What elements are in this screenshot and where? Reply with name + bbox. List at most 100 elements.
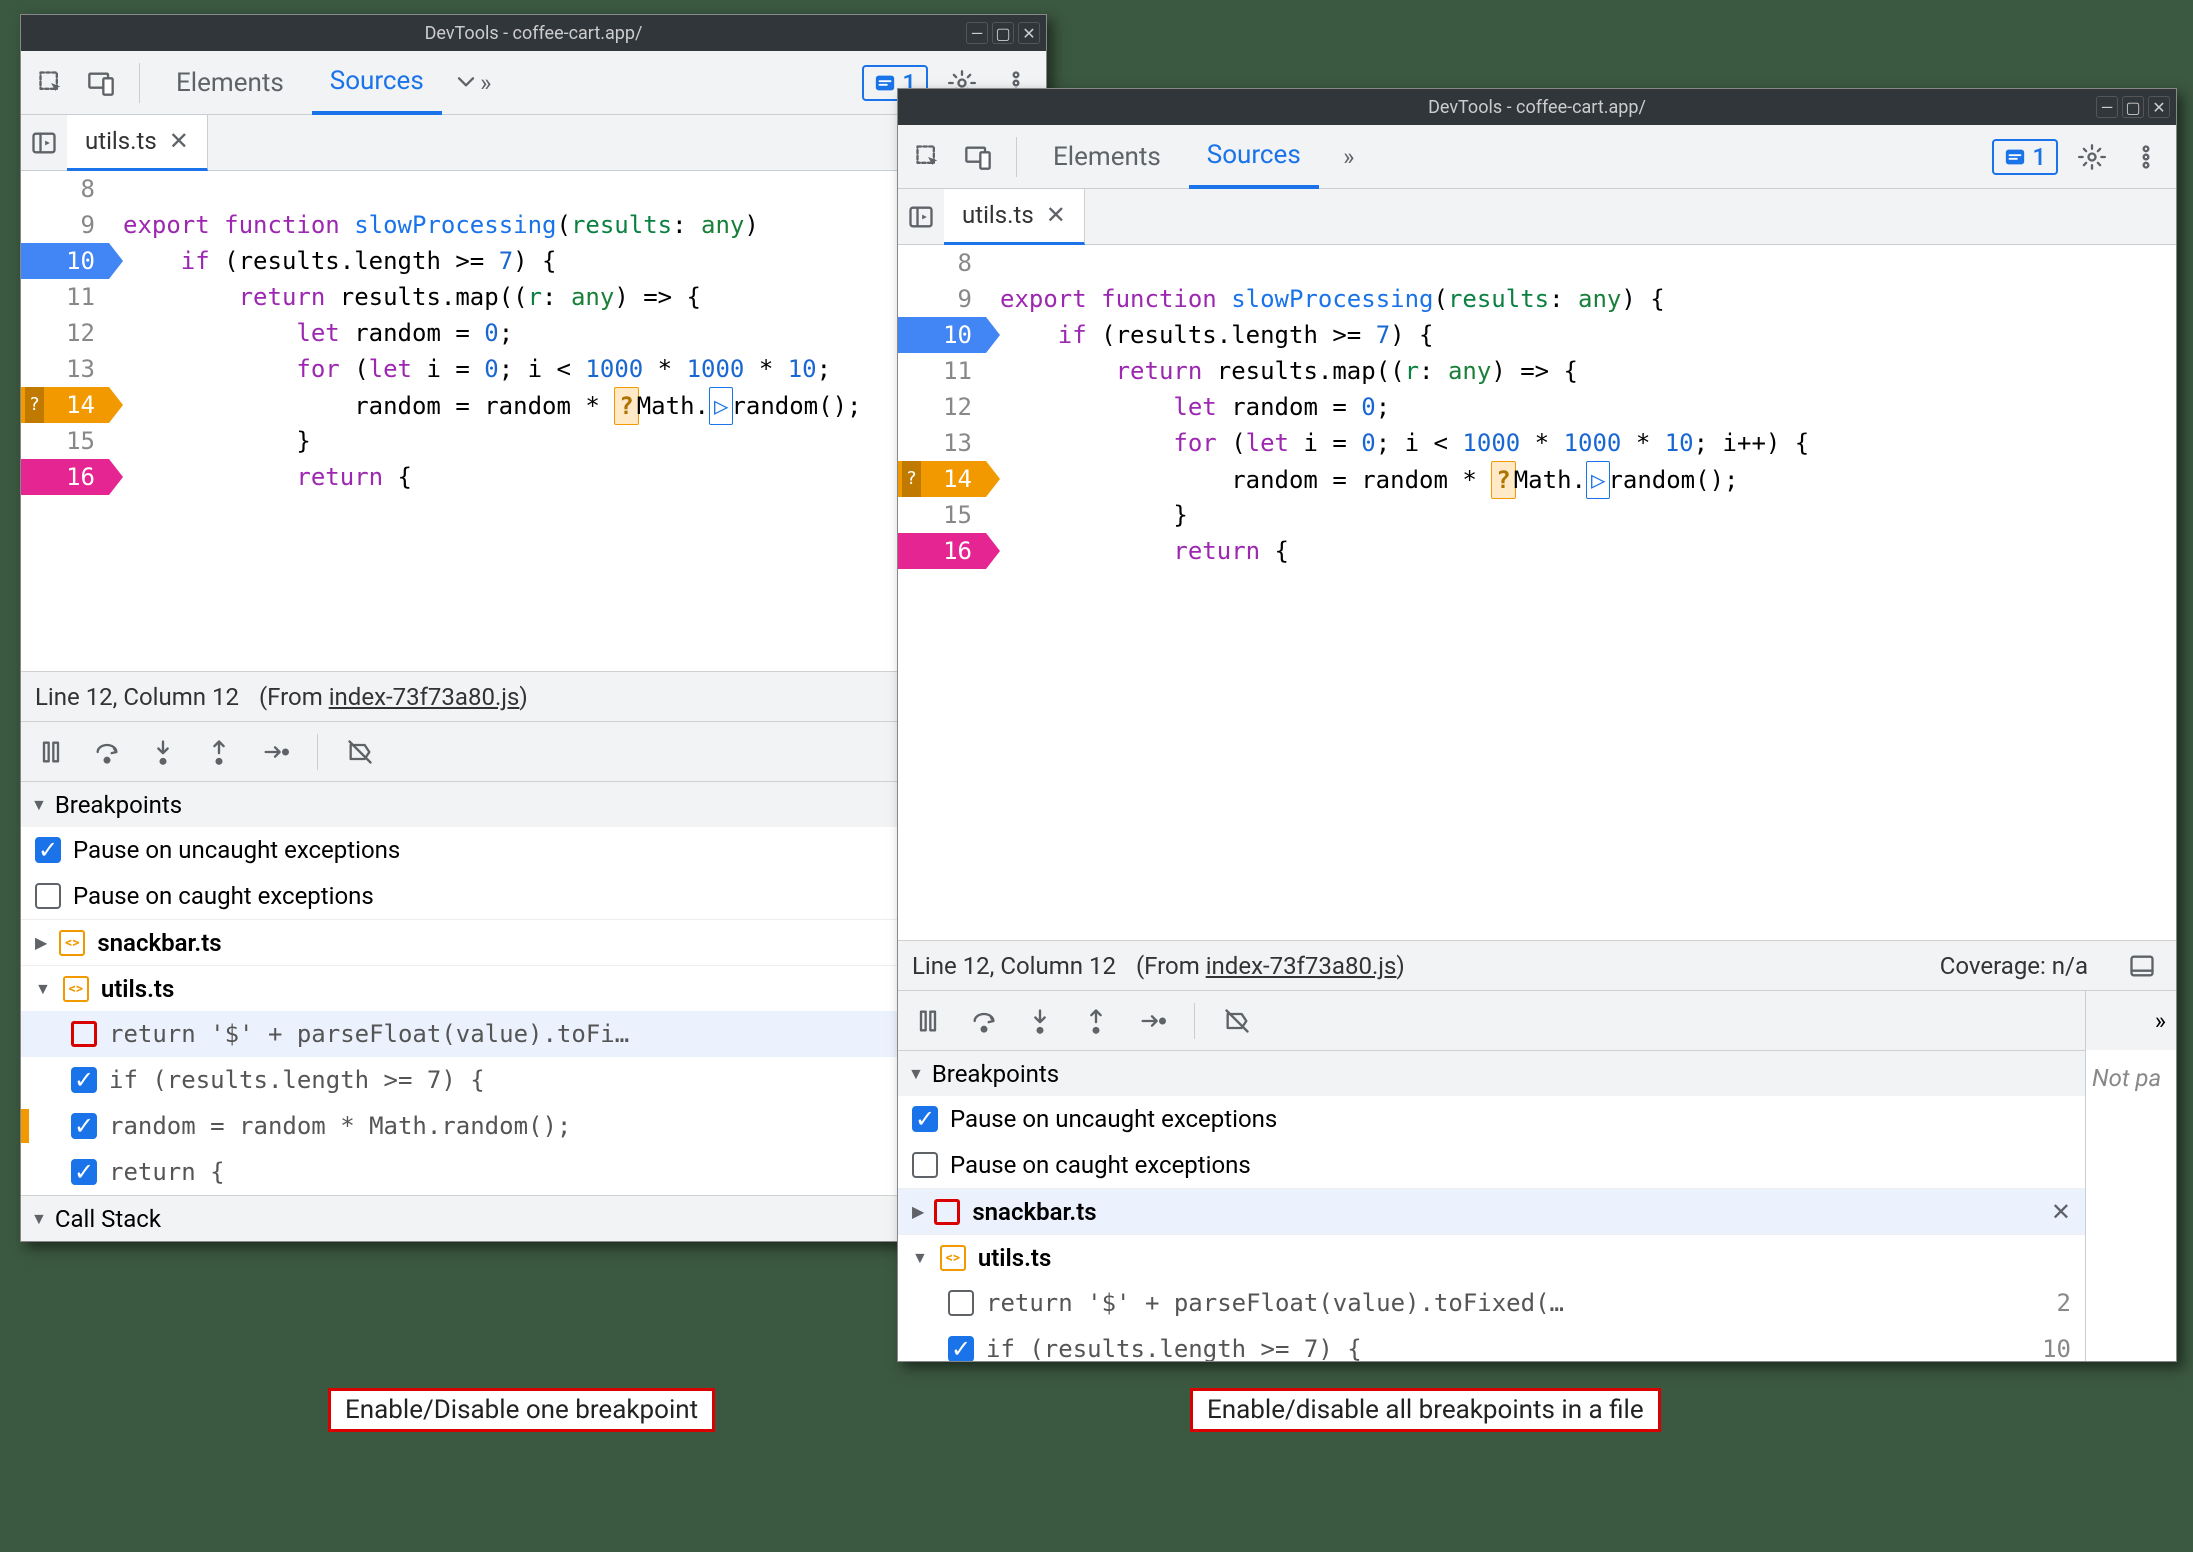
right-pane-header: » [2086,990,2176,1050]
navigator-toggle-icon[interactable] [21,129,67,157]
step-out-icon[interactable] [199,732,239,772]
minimize-button[interactable]: — [966,22,988,44]
inspect-icon[interactable] [31,63,71,103]
step-out-icon[interactable] [1076,1001,1116,1041]
breakpoints-header[interactable]: ▼ Breakpoints [21,781,1046,827]
breakpoint-code: if (results.length >= 7) { [109,1066,980,1094]
main-toolbar: Elements Sources » 1 [898,125,2176,189]
close-button[interactable]: ✕ [1018,22,1040,44]
step-icon[interactable] [255,732,295,772]
chevron-down-icon: ▼ [35,979,51,999]
more-tabs-icon[interactable]: » [1329,137,1369,177]
sourcemap-from[interactable]: (From index-73f73a80.js) [1136,952,1405,980]
chevron-down-icon: ▼ [912,1248,928,1268]
breakpoint-item[interactable]: return '$' + parseFloat(value).toFixed(…… [898,1280,2085,1326]
breakpoints-header[interactable]: ▼ Breakpoints [898,1050,2085,1096]
chevron-down-icon: ▼ [31,795,47,815]
callstack-header[interactable]: ▼ Call Stack [21,1195,1046,1241]
step-icon[interactable] [1132,1001,1172,1041]
pause-uncaught-row[interactable]: ✓ Pause on uncaught exceptions [898,1096,2085,1142]
maximize-button[interactable]: ▢ [992,22,1014,44]
device-toggle-icon[interactable] [81,63,121,103]
close-icon[interactable]: ✕ [1046,201,1066,229]
checkbox-icon[interactable] [35,883,61,909]
pause-caught-row[interactable]: Pause on caught exceptions [21,873,1046,919]
status-bar: Line 12, Column 12 (From index-73f73a80.… [898,940,2176,990]
window-controls: — ▢ ✕ [2096,96,2170,118]
devtools-window-b: DevTools - coffee-cart.app/ — ▢ ✕ Elemen… [897,88,2177,1362]
checkbox-icon[interactable]: ✓ [948,1336,974,1362]
pause-icon[interactable] [31,732,71,772]
maximize-button[interactable]: ▢ [2122,96,2144,118]
remove-icon[interactable]: ✕ [2051,1198,2071,1226]
tab-sources[interactable]: Sources [1189,125,1319,189]
main-toolbar: Elements Sources » 1 [21,51,1046,115]
close-icon[interactable]: ✕ [169,127,189,155]
chevron-right-icon: ▶ [35,933,47,952]
more-icon[interactable]: » [2155,1007,2166,1035]
checkbox-icon[interactable]: ✓ [71,1159,97,1185]
file-tab-label: utils.ts [962,201,1034,229]
device-toggle-icon[interactable] [958,137,998,177]
checkbox-icon[interactable] [71,1021,97,1047]
pause-caught-row[interactable]: Pause on caught exceptions [898,1142,2085,1188]
pause-uncaught-row[interactable]: ✓ Pause on uncaught exceptions [21,827,1046,873]
code-editor[interactable]: 8910111213?141516export function slowPro… [898,245,2176,940]
step-over-icon[interactable] [87,732,127,772]
minimize-button[interactable]: — [2096,96,2118,118]
coverage-label: Coverage: n/a [1940,952,2088,980]
step-into-icon[interactable] [1020,1001,1060,1041]
devtools-window-a: DevTools - coffee-cart.app/ — ▢ ✕ Elemen… [20,14,1047,1242]
more-tabs-icon[interactable]: » [452,63,492,103]
caption-a: Enable/Disable one breakpoint [328,1388,715,1432]
chevron-down-icon: ▼ [31,1209,47,1229]
breakpoint-item[interactable]: ✓random = random * Math.random();14 [21,1103,1046,1149]
deactivate-breakpoints-icon[interactable] [340,732,380,772]
kebab-icon[interactable] [2126,137,2166,177]
file-tab-utils[interactable]: utils.ts ✕ [944,189,1085,245]
breakpoint-code: random = random * Math.random(); [109,1112,980,1140]
breakpoint-code: return '$' + parseFloat(value).toFixed(… [986,1289,2019,1317]
tab-elements[interactable]: Elements [1035,125,1179,189]
checkbox-icon[interactable]: ✓ [71,1067,97,1093]
checkbox-icon[interactable]: ✓ [35,837,61,863]
pause-icon[interactable] [908,1001,948,1041]
checkbox-icon[interactable] [912,1152,938,1178]
breakpoints-list: ✓ Pause on uncaught exceptions Pause on … [898,1096,2085,1362]
file-toggle-checkbox[interactable] [934,1199,960,1225]
window-title: DevTools - coffee-cart.app/ [1428,97,1646,118]
titlebar[interactable]: DevTools - coffee-cart.app/ — ▢ ✕ [21,15,1046,51]
file-tab-utils[interactable]: utils.ts ✕ [67,115,208,171]
breakpoint-file-utils[interactable]: ▼ <> utils.ts [898,1234,2085,1280]
breakpoint-code: return '$' + parseFloat(value).toFi… [109,1020,916,1048]
code-editor[interactable]: 8910111213?141516export function slowPro… [21,171,1046,671]
checkbox-icon[interactable]: ✓ [71,1113,97,1139]
breakpoint-file-snackbar[interactable]: ▶ <> snackbar.ts [21,919,1046,965]
breakpoint-code: return { [109,1158,980,1186]
file-icon: <> [63,976,89,1002]
caption-b: Enable/disable all breakpoints in a file [1190,1388,1661,1432]
tab-elements[interactable]: Elements [158,51,302,115]
file-tab-label: utils.ts [85,127,157,155]
close-button[interactable]: ✕ [2148,96,2170,118]
checkbox-icon[interactable]: ✓ [912,1106,938,1132]
navigator-toggle-icon[interactable] [898,203,944,231]
step-over-icon[interactable] [964,1001,1004,1041]
breakpoint-item[interactable]: ✓if (results.length >= 7) {10 [898,1326,2085,1362]
sidebar-toggle-icon[interactable] [2122,946,2162,986]
breakpoint-line: 10 [2031,1335,2071,1362]
breakpoint-file-utils[interactable]: ▼ <> utils.ts [21,965,1046,1011]
breakpoint-item[interactable]: ✓if (results.length >= 7) {10 [21,1057,1046,1103]
step-into-icon[interactable] [143,732,183,772]
checkbox-icon[interactable] [948,1290,974,1316]
gear-icon[interactable] [2072,137,2112,177]
sourcemap-from[interactable]: (From index-73f73a80.js) [259,683,528,711]
breakpoint-item[interactable]: return '$' + parseFloat(value).toFi…✎✕2 [21,1011,1046,1057]
inspect-icon[interactable] [908,137,948,177]
titlebar[interactable]: DevTools - coffee-cart.app/ — ▢ ✕ [898,89,2176,125]
tab-sources[interactable]: Sources [312,51,442,115]
issues-badge[interactable]: 1 [1992,139,2058,175]
breakpoint-item[interactable]: ✓return {16 [21,1149,1046,1195]
breakpoint-file-snackbar[interactable]: ▶ snackbar.ts ✕ [898,1188,2085,1234]
deactivate-breakpoints-icon[interactable] [1217,1001,1257,1041]
